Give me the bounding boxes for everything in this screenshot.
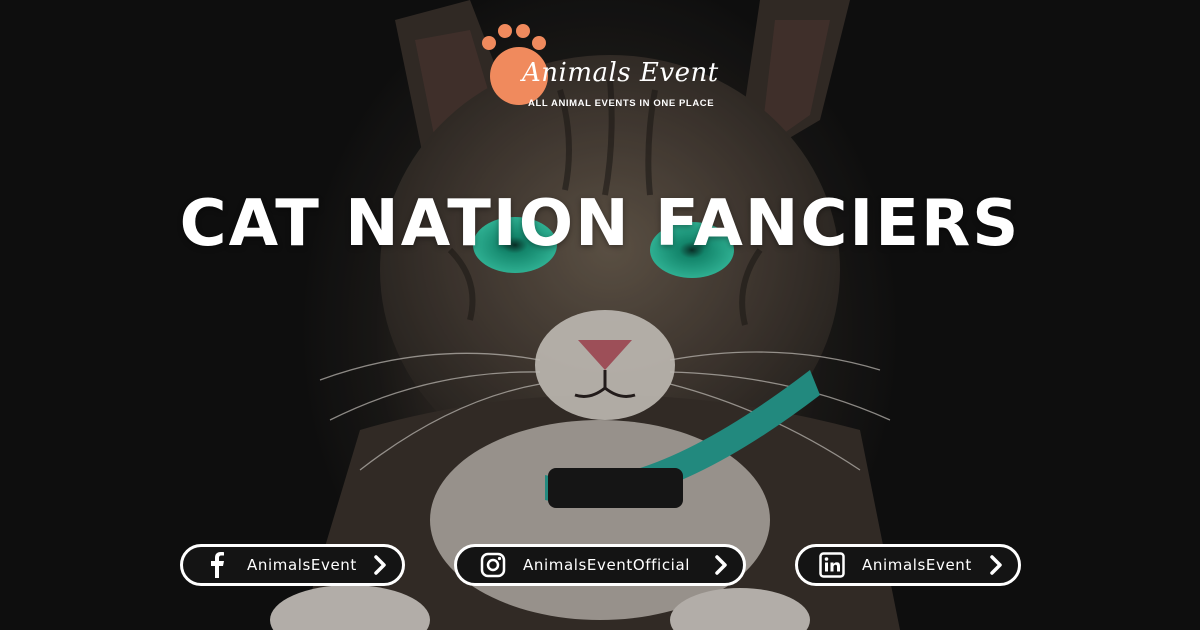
brand-name: Animals Event [522, 58, 719, 88]
brand-logo: Animals Event ALL ANIMAL EVENTS IN ONE P… [470, 14, 740, 114]
chevron-right-icon [990, 555, 1002, 575]
instagram-link-button[interactable]: AnimalsEventOfficial [454, 544, 746, 586]
brand-tagline: ALL ANIMAL EVENTS IN ONE PLACE [528, 98, 715, 109]
linkedin-handle: AnimalsEvent [862, 556, 972, 574]
instagram-icon [479, 551, 507, 579]
linkedin-link-button[interactable]: AnimalsEvent [795, 544, 1021, 586]
paw-toe-shape [516, 24, 530, 38]
chevron-right-icon [715, 555, 727, 575]
instagram-handle: AnimalsEventOfficial [523, 556, 691, 574]
facebook-icon [203, 551, 231, 579]
paw-toe-shape [498, 24, 512, 38]
paw-toe-shape [532, 36, 546, 50]
paw-toe-shape [482, 36, 496, 50]
facebook-handle: AnimalsEvent [247, 556, 357, 574]
linkedin-icon [818, 551, 846, 579]
facebook-link-button[interactable]: AnimalsEvent [180, 544, 405, 586]
event-title: CAT NATION FANCIERS [179, 187, 1021, 261]
chevron-right-icon [374, 555, 386, 575]
